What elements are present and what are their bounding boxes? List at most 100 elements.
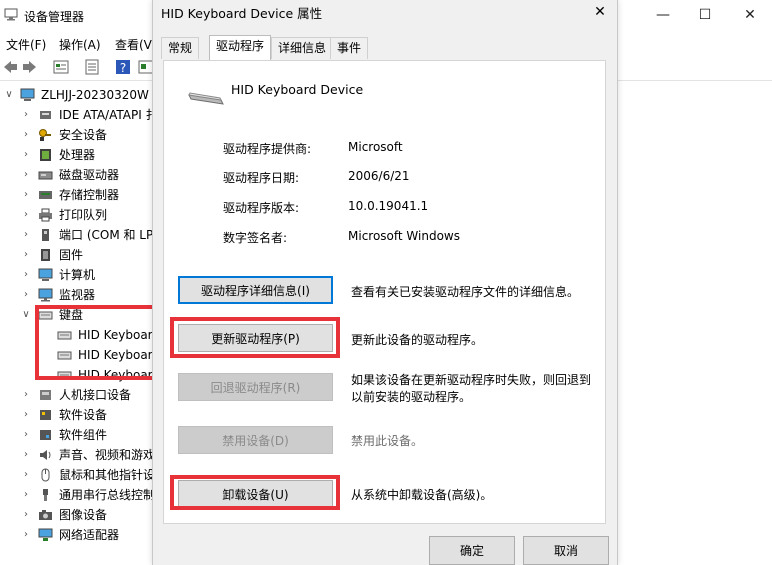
menu-file[interactable]: 文件(F) bbox=[6, 36, 46, 53]
expand-chevron-icon[interactable]: › bbox=[20, 285, 32, 305]
help-icon[interactable]: ? bbox=[115, 59, 131, 75]
digital-signer-value: Microsoft Windows bbox=[348, 229, 460, 243]
highlight-box-keyboard bbox=[35, 305, 166, 380]
properties-view-icon[interactable] bbox=[53, 59, 69, 75]
cancel-button[interactable]: 取消 bbox=[523, 536, 609, 565]
tree-item[interactable]: › 声音、视频和游戏 bbox=[0, 445, 160, 465]
tree-item[interactable]: › 监视器 bbox=[0, 285, 160, 305]
ide-controller-icon bbox=[40, 111, 51, 119]
tab-general[interactable]: 常规 bbox=[161, 37, 200, 59]
forward-arrow-icon[interactable] bbox=[22, 59, 38, 75]
tree-item-label: 安全设备 bbox=[59, 128, 108, 142]
tree-item[interactable]: › 计算机 bbox=[0, 265, 160, 285]
tree-item-label: 软件设备 bbox=[59, 408, 108, 422]
collapse-chevron-icon[interactable]: ∨ bbox=[3, 85, 15, 105]
expand-chevron-icon[interactable]: › bbox=[20, 425, 32, 445]
menu-action[interactable]: 操作(A) bbox=[59, 36, 101, 53]
tree-item[interactable]: › 人机接口设备 bbox=[0, 385, 160, 405]
disable-device-button[interactable]: 禁用设备(D) bbox=[178, 426, 333, 454]
tree-item[interactable]: › 存储控制器 bbox=[0, 185, 160, 205]
close-icon[interactable]: ✕ bbox=[583, 0, 617, 24]
expand-chevron-icon[interactable]: › bbox=[20, 145, 32, 165]
tree-item[interactable]: › 图像设备 bbox=[0, 505, 160, 525]
tree-item[interactable]: › 固件 bbox=[0, 245, 160, 265]
tab-events[interactable]: 事件 bbox=[330, 37, 369, 59]
tree-item-label: 声音、视频和游戏 bbox=[59, 448, 156, 462]
tree-item-label: IDE ATA/ATAPI 扌 bbox=[59, 108, 158, 122]
port-icon bbox=[42, 229, 49, 241]
collapse-chevron-icon[interactable]: ∨ bbox=[20, 305, 32, 325]
tree-item[interactable]: › 安全设备 bbox=[0, 125, 160, 145]
mouse-icon bbox=[41, 468, 50, 482]
driver-provider-value: Microsoft bbox=[348, 140, 403, 154]
tree-item-label: 固件 bbox=[59, 248, 84, 262]
expand-chevron-icon[interactable]: › bbox=[20, 485, 32, 505]
uninstall-device-desc: 从系统中卸载设备(高级)。 bbox=[351, 488, 493, 502]
back-arrow-icon[interactable] bbox=[2, 59, 18, 75]
update-driver-desc: 更新此设备的驱动程序。 bbox=[351, 333, 484, 347]
security-key-icon bbox=[39, 129, 51, 141]
expand-chevron-icon[interactable]: › bbox=[20, 185, 32, 205]
expand-chevron-icon[interactable]: › bbox=[20, 465, 32, 485]
highlight-box-uninstall bbox=[170, 475, 340, 510]
expand-chevron-icon[interactable]: › bbox=[20, 245, 32, 265]
minimize-icon[interactable]: — bbox=[648, 4, 678, 26]
expand-chevron-icon[interactable]: › bbox=[20, 445, 32, 465]
close-icon[interactable]: ✕ bbox=[735, 4, 765, 26]
driver-provider-label: 驱动程序提供商: bbox=[223, 142, 312, 156]
window-title: 设备管理器 bbox=[24, 10, 85, 24]
tree-item[interactable]: › 鼠标和其他指针设 bbox=[0, 465, 160, 485]
tree-item-label: 存储控制器 bbox=[59, 188, 120, 202]
tree-item[interactable]: › 磁盘驱动器 bbox=[0, 165, 160, 185]
expand-chevron-icon[interactable]: › bbox=[20, 225, 32, 245]
tree-root[interactable]: ∨ ZLHJJ-20230320W bbox=[0, 85, 160, 105]
ok-button[interactable]: 确定 bbox=[429, 536, 515, 565]
tree-item[interactable]: › 网络适配器 bbox=[0, 525, 160, 545]
storage-controller-icon bbox=[39, 191, 52, 199]
camera-icon bbox=[39, 510, 52, 520]
expand-chevron-icon[interactable]: › bbox=[20, 265, 32, 285]
driver-date-value: 2006/6/21 bbox=[348, 169, 410, 183]
expand-chevron-icon[interactable]: › bbox=[20, 125, 32, 145]
tree-item-label: 网络适配器 bbox=[59, 528, 120, 542]
tree-item[interactable]: › 软件设备 bbox=[0, 405, 160, 425]
tree-item-label: 计算机 bbox=[59, 268, 96, 282]
tab-details[interactable]: 详细信息 bbox=[271, 37, 334, 59]
driver-date-label: 驱动程序日期: bbox=[223, 171, 300, 185]
svg-text:?: ? bbox=[120, 61, 126, 75]
expand-chevron-icon[interactable]: › bbox=[20, 525, 32, 545]
expand-chevron-icon[interactable]: › bbox=[20, 105, 32, 125]
menu-view[interactable]: 查看(V bbox=[115, 36, 152, 53]
maximize-icon[interactable]: ☐ bbox=[690, 4, 720, 26]
driver-tab-panel: HID Keyboard Device 驱动程序提供商: Microsoft 驱… bbox=[163, 60, 606, 524]
sound-icon bbox=[40, 450, 51, 460]
expand-chevron-icon[interactable]: › bbox=[20, 505, 32, 525]
expand-chevron-icon[interactable]: › bbox=[20, 385, 32, 405]
disable-device-desc: 禁用此设备。 bbox=[351, 434, 424, 448]
expand-chevron-icon[interactable]: › bbox=[20, 405, 32, 425]
tree-item-label: 打印队列 bbox=[59, 208, 108, 222]
software-device-icon bbox=[40, 410, 51, 420]
tree-item[interactable]: › 软件组件 bbox=[0, 425, 160, 445]
tree-item[interactable]: › 打印队列 bbox=[0, 205, 160, 225]
processor-icon bbox=[40, 149, 51, 161]
usb-icon bbox=[43, 489, 48, 501]
roll-back-driver-button[interactable]: 回退驱动程序(R) bbox=[178, 373, 333, 401]
tree-item-label: 图像设备 bbox=[59, 508, 108, 522]
tree-item[interactable]: › 端口 (COM 和 LP bbox=[0, 225, 160, 245]
software-component-icon bbox=[40, 430, 51, 440]
tree-item[interactable]: › 处理器 bbox=[0, 145, 160, 165]
device-manager-icon bbox=[4, 8, 18, 21]
list-view-icon[interactable] bbox=[84, 59, 100, 75]
driver-version-label: 驱动程序版本: bbox=[223, 201, 300, 215]
tree-item[interactable]: › 通用串行总线控制 bbox=[0, 485, 160, 505]
expand-chevron-icon[interactable]: › bbox=[20, 165, 32, 185]
tree-item[interactable]: › IDE ATA/ATAPI 扌 bbox=[0, 105, 160, 125]
driver-details-desc: 查看有关已安装驱动程序文件的详细信息。 bbox=[351, 285, 580, 299]
driver-details-button[interactable]: 驱动程序详细信息(I) bbox=[178, 276, 333, 304]
tab-driver[interactable]: 驱动程序 bbox=[209, 35, 272, 61]
highlight-box-update-driver bbox=[170, 317, 340, 358]
expand-chevron-icon[interactable]: › bbox=[20, 205, 32, 225]
disk-drive-icon bbox=[38, 171, 53, 180]
tree-item-label: 软件组件 bbox=[59, 428, 108, 442]
